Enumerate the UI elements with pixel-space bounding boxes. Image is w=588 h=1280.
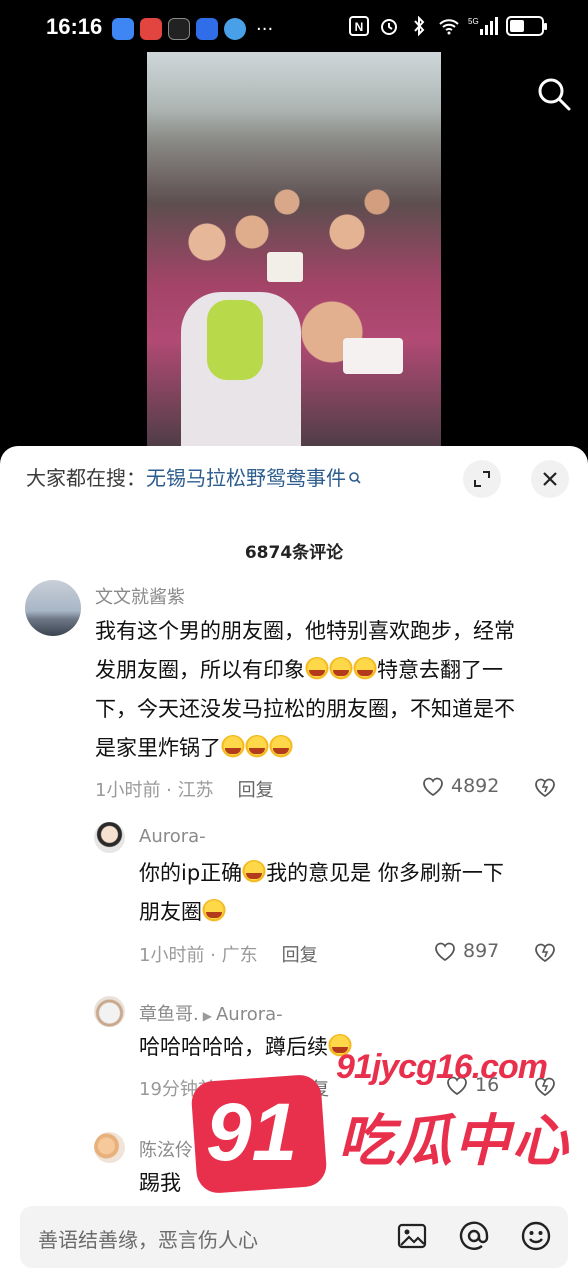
expand-icon	[474, 471, 490, 487]
like-button[interactable]: 897	[433, 940, 499, 962]
alarm-icon	[381, 19, 397, 35]
avatar[interactable]	[94, 822, 125, 853]
laugh-cry-emoji	[328, 1034, 352, 1058]
hot-search[interactable]: 大家都在搜： 无锡马拉松野鸳鸯事件	[26, 462, 362, 491]
hot-search-link[interactable]: 无锡马拉松野鸳鸯事件	[146, 462, 346, 491]
reply-time: 1小时前 · 广东	[139, 945, 258, 966]
comment-input[interactable]: 善语结善缘，恶言伤人心	[20, 1206, 568, 1268]
like-count: 4892	[451, 775, 500, 797]
avatar[interactable]	[94, 1132, 125, 1163]
comment-meta: 1小时前 · 江苏 回复	[95, 776, 274, 802]
status-bar: 16:16 ··· N 5G	[0, 0, 588, 52]
race-bib	[267, 252, 303, 282]
heart-icon	[447, 1076, 467, 1096]
avatar[interactable]	[94, 996, 125, 1027]
dislike-icon[interactable]	[533, 775, 557, 799]
battery-icon	[506, 16, 547, 36]
close-button[interactable]	[531, 460, 569, 498]
comment-count: 6874条评论	[244, 543, 344, 563]
reply-button[interactable]: 回复	[282, 945, 318, 966]
reply-target: Aurora-	[215, 1004, 283, 1025]
shy-emoji	[202, 899, 226, 923]
video-frame	[147, 52, 441, 452]
heart-icon	[423, 777, 443, 797]
reply-time: 19分钟前 · 湖北	[139, 1079, 270, 1100]
red-app-icon	[140, 18, 162, 40]
video-player[interactable]	[0, 52, 588, 452]
chat-app-icon	[112, 18, 134, 40]
like-button[interactable]: 16	[445, 1074, 499, 1096]
reply-meta: 1小时前 · 广东 回复	[139, 941, 318, 967]
reply-meta: 19分钟前 · 湖北 回复	[139, 1075, 329, 1101]
reply-arrow-icon: ▶	[202, 1009, 212, 1023]
signal-icon: 5G	[468, 17, 498, 35]
laugh-cry-emoji	[329, 657, 353, 681]
search-icon	[349, 472, 361, 484]
comment-time: 1小时前 · 江苏	[95, 780, 214, 801]
reply-username[interactable]: 章鱼哥. ▶ Aurora-	[139, 1000, 283, 1026]
race-bib	[343, 338, 403, 374]
browser-app-icon	[224, 18, 246, 40]
runner-top	[207, 300, 263, 380]
dislike-icon[interactable]	[533, 1074, 557, 1098]
news-app-icon	[168, 18, 190, 40]
reply-button[interactable]: 回复	[293, 1079, 329, 1100]
notification-icons: ···	[112, 18, 273, 40]
reply-text: 踢我	[139, 1171, 181, 1195]
reply-arrow-icon: ▶	[197, 1145, 207, 1159]
image-icon[interactable]	[396, 1220, 428, 1252]
laugh-cry-emoji	[353, 657, 377, 681]
search-icon[interactable]	[534, 74, 574, 114]
like-button[interactable]: 4892	[421, 775, 499, 797]
comment-username[interactable]: 文文就酱紫	[95, 583, 185, 609]
expand-button[interactable]	[463, 460, 501, 498]
laugh-cry-emoji	[221, 735, 245, 759]
dislike-icon[interactable]	[533, 940, 557, 964]
like-count: 897	[463, 940, 500, 962]
comment-input-placeholder[interactable]: 善语结善缘，恶言伤人心	[38, 1224, 258, 1253]
wifi-icon	[439, 19, 459, 35]
reply-text: 你的ip正确 我的意见是 你多刷新一下 朋友圈	[139, 860, 504, 924]
avatar[interactable]	[25, 580, 81, 636]
smile-emoji	[242, 860, 267, 884]
status-time: 16:16	[46, 14, 103, 39]
system-status: N 5G	[348, 16, 547, 36]
emoji-icon[interactable]	[520, 1220, 552, 1252]
heart-icon	[435, 942, 455, 962]
laugh-cry-emoji	[305, 657, 329, 681]
reply-button[interactable]: 回复	[238, 780, 274, 801]
nfc-icon: N	[349, 16, 369, 36]
reply-target: 章鱼哥.	[210, 1140, 270, 1161]
close-icon	[543, 472, 557, 486]
bluetooth-icon	[414, 16, 425, 36]
like-count: 16	[475, 1074, 500, 1096]
comment-sheet: 大家都在搜： 无锡马拉松野鸳鸯事件 6874条评论 文文就酱紫 我有这个男的朋友…	[0, 446, 588, 1280]
reply-text: 哈哈哈哈哈，蹲后续	[139, 1028, 559, 1067]
hot-search-prefix: 大家都在搜：	[26, 466, 146, 490]
svg-text:N: N	[355, 20, 364, 34]
svg-text:5G: 5G	[468, 17, 479, 26]
comment-text: 我有这个男的朋友圈，他特别喜欢跑步，经常 发朋友圈，所以有印象 特意去翻了一 下，…	[95, 619, 515, 760]
at-icon[interactable]	[458, 1220, 490, 1252]
reply-username[interactable]: Aurora-	[139, 826, 206, 847]
baidu-app-icon	[196, 18, 218, 40]
laugh-cry-emoji	[245, 735, 269, 759]
reply-username[interactable]: 陈泫伶 ▶ 章鱼哥.	[139, 1136, 270, 1162]
laugh-cry-emoji	[269, 735, 293, 759]
more-notifications: ···	[256, 18, 274, 40]
